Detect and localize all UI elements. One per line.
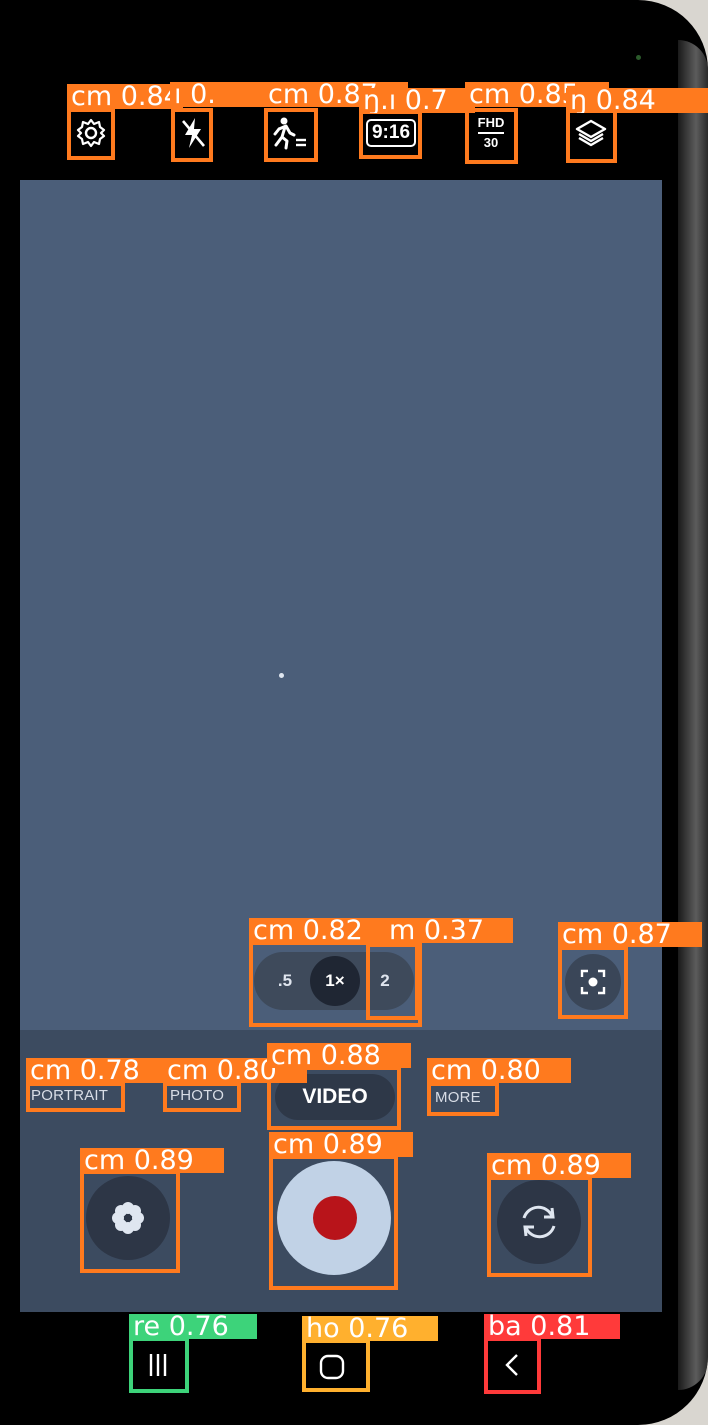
- detection-label-recents: re 0.76: [129, 1314, 257, 1339]
- detection-label-more: cm 0.80: [427, 1058, 571, 1083]
- detection-label-zoom-two: m 0.37: [385, 918, 513, 943]
- detection-label-flash: ı 0.: [170, 82, 278, 107]
- detection-box-effects: [80, 1170, 180, 1273]
- detection-label-switch-camera: cm 0.89: [487, 1153, 631, 1178]
- detection-label-zoom-group: cm 0.82: [249, 918, 393, 943]
- detection-box-focus: [558, 946, 628, 1019]
- detection-label-filters: ŋ 0.84: [566, 88, 708, 113]
- detection-label-home: ho 0.76: [302, 1316, 438, 1341]
- front-sensor: [636, 55, 641, 60]
- detection-label-portrait: cm 0.78: [26, 1058, 170, 1083]
- detection-label-effects: cm 0.89: [80, 1148, 224, 1173]
- detection-box-more: [427, 1082, 499, 1116]
- phone-edge: [678, 40, 708, 1390]
- detection-box-back: [484, 1337, 541, 1394]
- phone-screen: 9:16 FHD 30 .5 1× 2 PORTRAIT PHOTO VIDEO…: [0, 0, 708, 1425]
- detection-box-flash: [171, 108, 213, 162]
- detection-box-photo: [163, 1082, 241, 1112]
- detection-label-shutter: cm 0.89: [269, 1132, 413, 1157]
- detection-box-switch-camera: [487, 1176, 592, 1277]
- detection-box-portrait: [26, 1082, 125, 1112]
- detection-label-ratio: ŋ.ı 0.7: [359, 88, 475, 113]
- detection-box-zoom-two: [366, 943, 419, 1020]
- detection-box-ratio: [359, 110, 422, 159]
- detection-box-shutter: [269, 1155, 398, 1290]
- detection-box-recents: [129, 1337, 189, 1393]
- detection-label-focus: cm 0.87: [558, 922, 702, 947]
- detection-label-video: cm 0.88: [267, 1043, 411, 1068]
- detection-box-filters: [566, 108, 617, 163]
- detection-box-settings: [67, 108, 115, 160]
- detection-label-settings: cm 0.84: [67, 84, 183, 109]
- detection-label-back: ba 0.81: [484, 1314, 620, 1339]
- detection-box-resolution: [465, 108, 518, 164]
- detection-box-motion: [264, 108, 318, 162]
- detection-box-home: [302, 1339, 370, 1392]
- focus-point: [279, 673, 284, 678]
